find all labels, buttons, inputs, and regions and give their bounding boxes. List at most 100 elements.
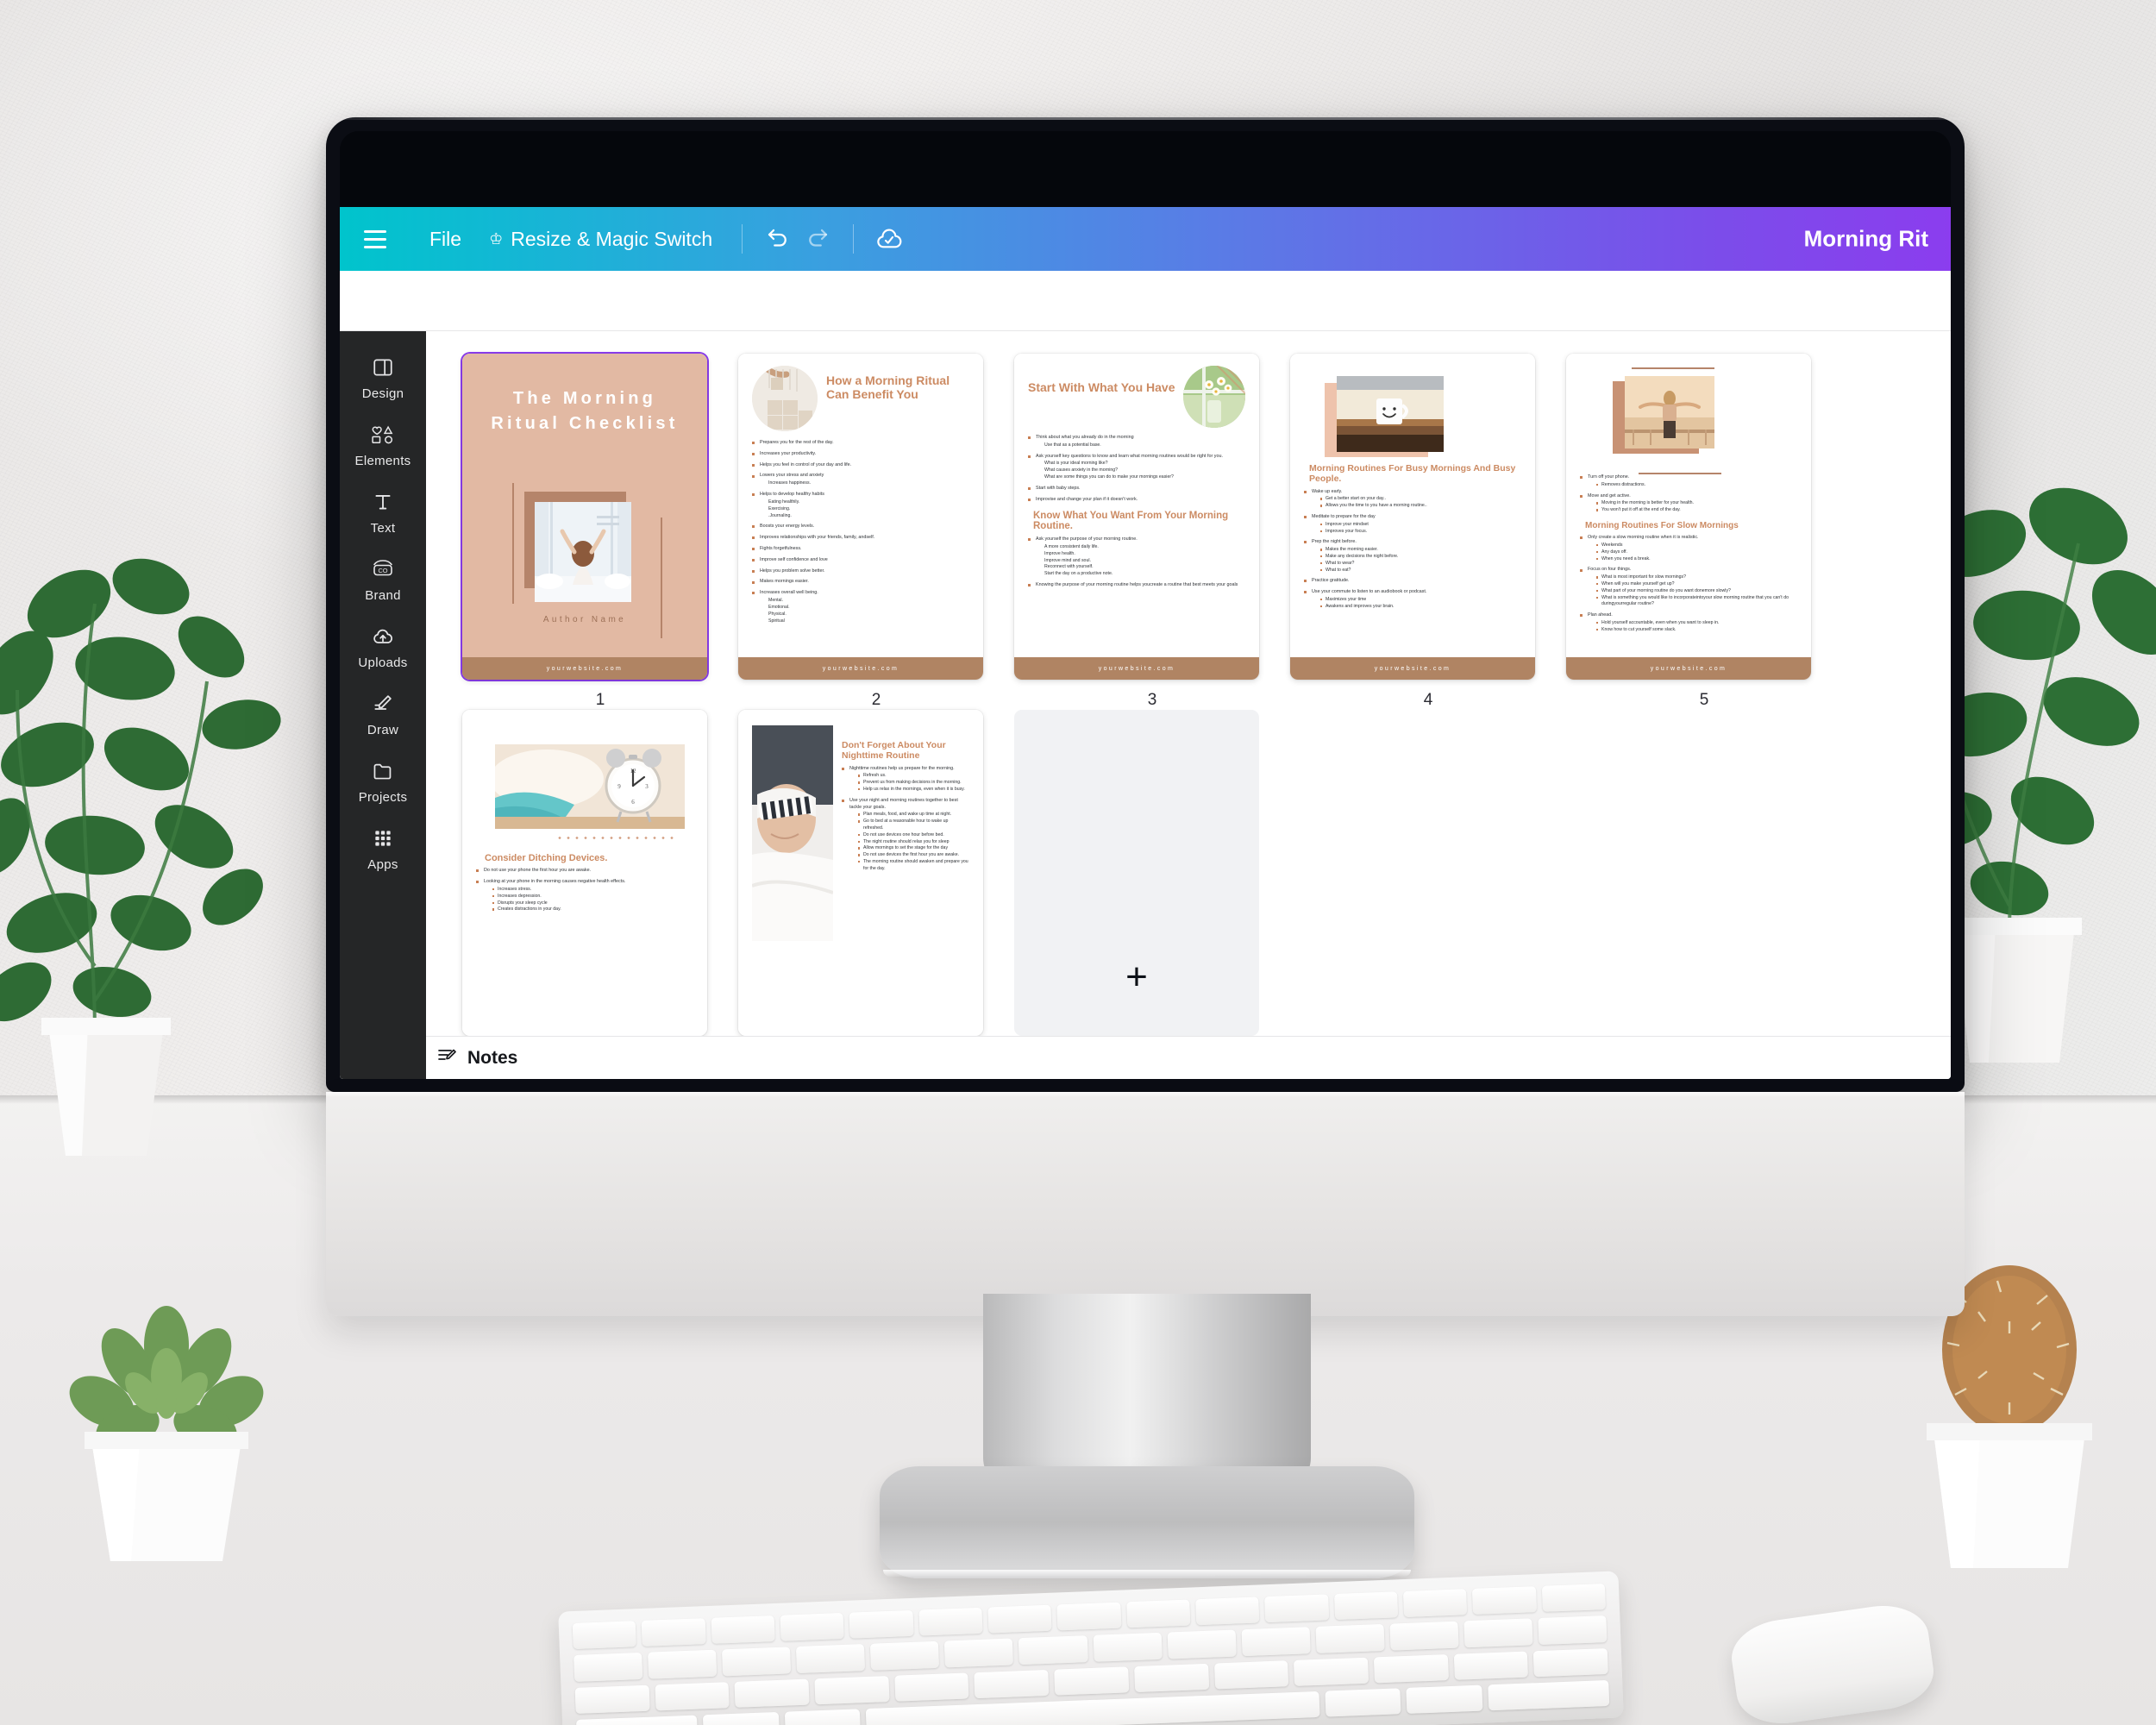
key[interactable]	[1389, 1621, 1459, 1651]
key[interactable]	[974, 1669, 1050, 1698]
notes-label: Notes	[467, 1047, 518, 1068]
key[interactable]	[722, 1647, 792, 1676]
page-heading: Consider Ditching Devices.	[485, 853, 608, 863]
key[interactable]	[1472, 1586, 1537, 1615]
resize-magic-switch-button[interactable]: ♔ Resize & Magic Switch	[475, 221, 726, 258]
redo-icon[interactable]	[798, 219, 837, 259]
sidebar-item-label: Text	[370, 521, 396, 536]
sidebar-item-label: Elements	[354, 454, 411, 468]
page-thumbnail-3[interactable]: Start With What You Have Think about wha…	[1014, 354, 1259, 680]
key[interactable]	[1264, 1594, 1329, 1623]
key[interactable]	[1325, 1688, 1401, 1717]
key[interactable]	[1056, 1602, 1122, 1631]
footer-website: yourwebsite.com	[1650, 665, 1727, 672]
hamburger-icon[interactable]	[364, 226, 393, 252]
key[interactable]	[796, 1644, 866, 1673]
sidebar-item-text[interactable]: Text	[340, 478, 426, 545]
key[interactable]	[870, 1641, 940, 1671]
notes-bar[interactable]: Notes	[340, 1036, 1951, 1079]
key[interactable]	[1533, 1647, 1608, 1678]
key[interactable]	[1054, 1665, 1130, 1696]
key[interactable]	[1315, 1624, 1385, 1653]
key[interactable]	[574, 1684, 650, 1714]
key[interactable]	[814, 1675, 890, 1705]
sidebar-item-draw[interactable]: Draw	[340, 680, 426, 747]
page-footer-band: yourwebsite.com	[738, 657, 983, 680]
key[interactable]	[1373, 1653, 1449, 1684]
page-cell: Start With What You Have Think about wha…	[1014, 354, 1290, 710]
key[interactable]	[576, 1715, 699, 1725]
key[interactable]	[1294, 1657, 1369, 1686]
sidebar-item-design[interactable]: Design	[340, 343, 426, 411]
list-item: Increases overall well being. Mental. Em…	[752, 590, 969, 624]
key[interactable]	[1463, 1618, 1533, 1647]
key[interactable]	[703, 1711, 780, 1725]
key[interactable]	[1167, 1629, 1237, 1659]
page-cell: Don't Forget About Your Nighttime Routin…	[738, 710, 1014, 1036]
page-thumbnail-6[interactable]: 12 3 6 9 Consider Ditching Devices. Do n…	[462, 710, 707, 1036]
key[interactable]	[1541, 1584, 1606, 1613]
key[interactable]	[849, 1609, 914, 1639]
list-item: Ask yourself the purpose of your morning…	[1028, 536, 1245, 578]
key[interactable]	[1125, 1599, 1191, 1628]
document-title[interactable]: Morning Rit	[1804, 226, 1928, 253]
page-subheading: Morning Routines For Slow Mornings	[1585, 521, 1739, 531]
hand-stacking-wooden-blocks-photo	[752, 366, 818, 431]
key[interactable]	[1333, 1591, 1399, 1621]
page-heading: Morning Routines For Busy Mornings And B…	[1309, 463, 1516, 484]
page-thumbnail-2[interactable]: How a Morning Ritual Can Benefit You Pre…	[738, 354, 983, 680]
file-menu-button[interactable]: File	[416, 221, 475, 258]
page-footer-band: yourwebsite.com	[1014, 657, 1259, 680]
key[interactable]	[572, 1621, 637, 1650]
add-page-button[interactable]: +	[1014, 710, 1259, 1036]
content-page: 12 3 6 9 Consider Ditching Devices. Do n…	[462, 710, 707, 1036]
key[interactable]	[1213, 1659, 1289, 1690]
list-item: Knowing the purpose of your morning rout…	[1028, 582, 1245, 589]
monitor-stand-base	[880, 1466, 1414, 1578]
page-thumbnail-7[interactable]: Don't Forget About Your Nighttime Routin…	[738, 710, 983, 1036]
page-thumbnail-1[interactable]: The Morning Ritual Checklist Author Name…	[462, 354, 707, 680]
key[interactable]	[1093, 1633, 1163, 1662]
key[interactable]	[1018, 1635, 1088, 1665]
key[interactable]	[918, 1607, 983, 1636]
page-cell: The Morning Ritual Checklist Author Name…	[462, 354, 738, 710]
page-thumbnail-5[interactable]: Turn off your phone. Removes distraction…	[1566, 354, 1811, 680]
list-item: Use your commute to listen to an audiobo…	[1304, 589, 1521, 610]
key[interactable]	[1453, 1651, 1529, 1680]
woman-sleeping-with-eye-mask-photo	[752, 725, 833, 941]
key[interactable]	[780, 1612, 844, 1642]
key[interactable]	[1406, 1684, 1483, 1714]
sidebar-item-elements[interactable]: Elements	[340, 411, 426, 478]
key[interactable]	[655, 1681, 730, 1711]
sidebar-item-brand[interactable]: CO Brand	[340, 545, 426, 612]
key[interactable]	[1195, 1596, 1260, 1626]
sidebar-item-apps[interactable]: Apps	[340, 814, 426, 881]
list-item: Improvise and change your plan if it doe…	[1028, 497, 1245, 504]
page-thumbnail-4[interactable]: Morning Routines For Busy Mornings And B…	[1290, 354, 1535, 680]
imac-monitor: File ♔ Resize & Magic Switch Morning Rit…	[326, 117, 1965, 1092]
key[interactable]	[987, 1604, 1052, 1634]
list-item: Think about what you already do in the m…	[1028, 435, 1245, 449]
key[interactable]	[573, 1653, 643, 1682]
key[interactable]	[784, 1709, 862, 1725]
undo-icon[interactable]	[758, 219, 798, 259]
key[interactable]	[1488, 1679, 1610, 1711]
sidebar-item-label: Design	[361, 386, 404, 401]
key[interactable]	[1241, 1627, 1311, 1656]
key[interactable]	[641, 1618, 706, 1647]
list-item: Meditate to prepare for the day Improve …	[1304, 514, 1521, 535]
key[interactable]	[648, 1649, 718, 1679]
list-item: Focus on four things. What is most impor…	[1580, 567, 1797, 608]
sidebar-item-uploads[interactable]: Uploads	[340, 612, 426, 680]
key[interactable]	[734, 1678, 810, 1708]
key[interactable]	[711, 1615, 775, 1645]
key[interactable]	[894, 1672, 969, 1702]
page-footer-band: yourwebsite.com	[462, 657, 707, 680]
cloud-check-icon[interactable]	[869, 219, 909, 259]
key[interactable]	[1133, 1663, 1209, 1692]
key[interactable]	[1538, 1615, 1608, 1645]
key[interactable]	[1402, 1589, 1468, 1618]
page-grid-canvas[interactable]: The Morning Ritual Checklist Author Name…	[426, 331, 1951, 1079]
key[interactable]	[944, 1638, 1014, 1667]
sidebar-item-projects[interactable]: Projects	[340, 747, 426, 814]
